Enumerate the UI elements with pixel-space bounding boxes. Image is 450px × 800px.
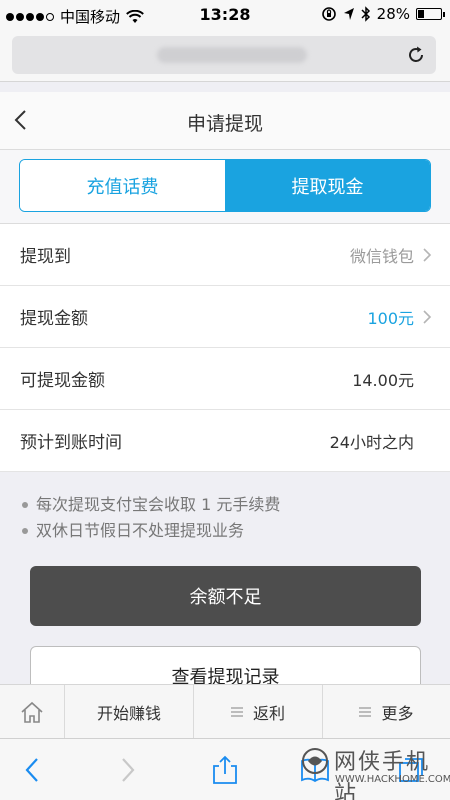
row-label: 预计到账时间 (20, 433, 122, 453)
segmented-control: 充值话费 提取现金 (19, 159, 431, 212)
row-withdraw-amount[interactable]: 提现金额 100元 (0, 286, 450, 348)
row-value: 24小时之内 (329, 432, 414, 452)
browser-back-icon[interactable] (18, 755, 48, 785)
blurred-url (157, 47, 307, 63)
watermark: 网侠手机站 WWW.HACKHOME.COM (298, 742, 450, 800)
nav-more[interactable]: 更多 (323, 685, 450, 738)
withdraw-form: 提现到 微信钱包 提现金额 100元 可提现金额 14.00元 预计到账时间 2… (0, 224, 450, 472)
notes-list: 每次提现支付宝会收取 1 元手续费 双休日节假日不处理提现业务 (0, 472, 450, 562)
row-label: 可提现金额 (20, 371, 105, 391)
nav-label: 更多 (381, 703, 414, 723)
bullet-icon (22, 502, 28, 508)
bottom-nav: 开始赚钱 返利 更多 (0, 684, 450, 738)
share-icon[interactable] (210, 755, 240, 785)
menu-icon (230, 706, 243, 717)
watermark-subtext: WWW.HACKHOME.COM (335, 774, 450, 785)
location-icon (343, 8, 354, 20)
page-header: 申请提现 (0, 92, 450, 150)
battery-icon (416, 8, 445, 20)
nav-start-earning[interactable]: 开始赚钱 (65, 685, 194, 738)
chevron-right-icon (423, 247, 432, 262)
nav-home[interactable] (0, 685, 65, 738)
bluetooth-icon (361, 6, 370, 22)
page-title: 申请提现 (186, 113, 263, 135)
note-item: 双休日节假日不处理提现业务 (22, 518, 450, 544)
insufficient-balance-button[interactable]: 余额不足 (30, 566, 421, 626)
chevron-right-icon (423, 309, 432, 324)
watermark-text: 网侠手机站 (334, 750, 431, 800)
home-icon (21, 701, 43, 723)
nav-rebate[interactable]: 返利 (194, 685, 323, 738)
row-value: 100元 (367, 308, 414, 328)
row-available-amount: 可提现金额 14.00元 (0, 348, 450, 410)
watermark-logo-icon (302, 748, 328, 774)
status-bar: 中国移动 13:28 28% (0, 0, 450, 30)
nav-label: 开始赚钱 (96, 703, 161, 723)
reload-icon[interactable] (404, 43, 428, 67)
status-right: 28% (321, 5, 445, 23)
address-bar[interactable] (12, 36, 436, 74)
battery-percent: 28% (376, 5, 410, 23)
row-withdraw-to[interactable]: 提现到 微信钱包 (0, 224, 450, 286)
nav-label: 返利 (252, 703, 285, 723)
row-estimated-arrival: 预计到账时间 24小时之内 (0, 410, 450, 472)
rotation-lock-icon (321, 7, 336, 21)
tab-recharge-phone[interactable]: 充值话费 (20, 160, 225, 211)
browser-address-area (0, 30, 450, 82)
row-label: 提现金额 (20, 309, 88, 329)
row-value: 微信钱包 (349, 246, 414, 266)
tab-withdraw-cash[interactable]: 提取现金 (225, 160, 430, 211)
tab-bar: 充值话费 提取现金 (0, 150, 450, 224)
browser-forward-icon[interactable] (112, 755, 142, 785)
battery-fill (418, 10, 425, 18)
note-item: 每次提现支付宝会收取 1 元手续费 (22, 492, 450, 518)
row-label: 提现到 (20, 247, 71, 267)
bullet-icon (22, 528, 28, 534)
row-value: 14.00元 (352, 370, 414, 390)
menu-icon (359, 706, 372, 717)
